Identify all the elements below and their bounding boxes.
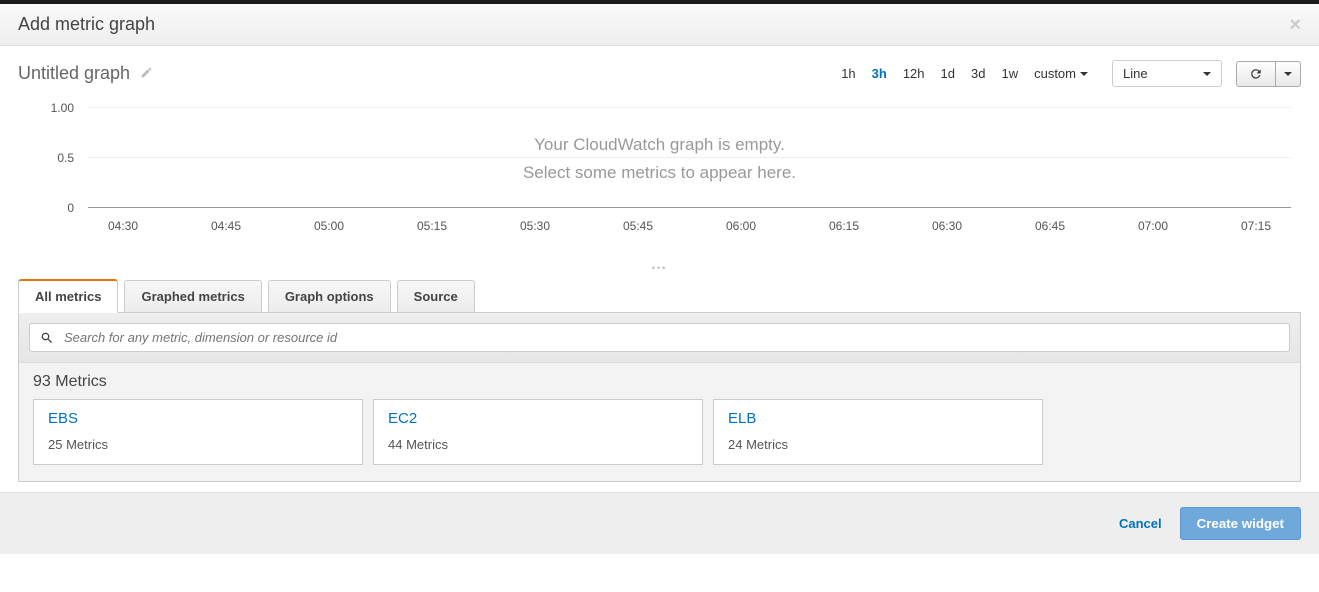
x-tick: 07:15 bbox=[1221, 219, 1291, 233]
caret-down-icon bbox=[1080, 72, 1088, 76]
search-icon bbox=[40, 331, 54, 345]
tab-graphed-metrics[interactable]: Graphed metrics bbox=[124, 280, 261, 313]
empty-message-line2: Select some metrics to appear here. bbox=[18, 163, 1301, 183]
card-sub: 24 Metrics bbox=[728, 437, 1028, 452]
create-widget-button[interactable]: Create widget bbox=[1180, 507, 1301, 540]
caret-down-icon bbox=[1203, 72, 1211, 76]
time-range-3h[interactable]: 3h bbox=[864, 62, 895, 85]
card-title: EBS bbox=[48, 410, 348, 427]
x-tick: 07:00 bbox=[1118, 219, 1188, 233]
y-tick: 1.00 bbox=[51, 101, 74, 115]
x-tick: 04:30 bbox=[88, 219, 158, 233]
time-range-1d[interactable]: 1d bbox=[933, 62, 963, 85]
tab-source[interactable]: Source bbox=[397, 280, 475, 313]
modal-title: Add metric graph bbox=[18, 14, 155, 34]
card-sub: 25 Metrics bbox=[48, 437, 348, 452]
time-range-custom-label: custom bbox=[1034, 66, 1076, 81]
time-range-12h[interactable]: 12h bbox=[895, 62, 933, 85]
graph-type-select[interactable]: Line bbox=[1112, 60, 1222, 87]
x-tick: 06:45 bbox=[1015, 219, 1085, 233]
search-box[interactable] bbox=[29, 323, 1290, 352]
time-range-selector: 1h 3h 12h 1d 3d 1w custom bbox=[833, 62, 1096, 85]
close-icon[interactable]: × bbox=[1289, 14, 1301, 37]
tab-all-metrics[interactable]: All metrics bbox=[18, 279, 118, 313]
metric-namespace-card-ebs[interactable]: EBS 25 Metrics bbox=[33, 399, 363, 465]
metrics-heading: 93 Metrics bbox=[19, 363, 1300, 399]
modal-header: Add metric graph × bbox=[0, 4, 1319, 46]
card-title: EC2 bbox=[388, 410, 688, 427]
card-title: ELB bbox=[728, 410, 1028, 427]
graph-type-value: Line bbox=[1123, 66, 1148, 81]
pencil-icon[interactable] bbox=[140, 66, 153, 82]
empty-message-line1: Your CloudWatch graph is empty. bbox=[18, 135, 1301, 155]
x-tick: 05:15 bbox=[397, 219, 467, 233]
y-tick: 0 bbox=[67, 201, 74, 215]
graph-name[interactable]: Untitled graph bbox=[18, 63, 130, 84]
x-tick: 04:45 bbox=[191, 219, 261, 233]
x-tick: 05:45 bbox=[603, 219, 673, 233]
refresh-icon bbox=[1249, 67, 1263, 81]
refresh-menu-button[interactable] bbox=[1276, 61, 1301, 87]
x-tick: 05:00 bbox=[294, 219, 364, 233]
x-tick: 05:30 bbox=[500, 219, 570, 233]
resize-handle[interactable]: ••• bbox=[18, 261, 1301, 279]
metric-namespace-card-ec2[interactable]: EC2 44 Metrics bbox=[373, 399, 703, 465]
chart-canvas: 1.00 0.5 0 Your CloudWatch graph is empt… bbox=[18, 97, 1301, 257]
caret-down-icon bbox=[1284, 72, 1292, 76]
refresh-button[interactable] bbox=[1236, 61, 1276, 87]
metric-namespace-card-elb[interactable]: ELB 24 Metrics bbox=[713, 399, 1043, 465]
card-sub: 44 Metrics bbox=[388, 437, 688, 452]
time-range-3d[interactable]: 3d bbox=[963, 62, 993, 85]
tab-graph-options[interactable]: Graph options bbox=[268, 280, 391, 313]
x-tick: 06:30 bbox=[912, 219, 982, 233]
x-tick: 06:15 bbox=[809, 219, 879, 233]
time-range-custom[interactable]: custom bbox=[1026, 62, 1096, 85]
time-range-1h[interactable]: 1h bbox=[833, 62, 863, 85]
search-input[interactable] bbox=[62, 329, 1279, 346]
time-range-1w[interactable]: 1w bbox=[993, 62, 1026, 85]
x-tick: 06:00 bbox=[706, 219, 776, 233]
cancel-button[interactable]: Cancel bbox=[1119, 516, 1162, 531]
